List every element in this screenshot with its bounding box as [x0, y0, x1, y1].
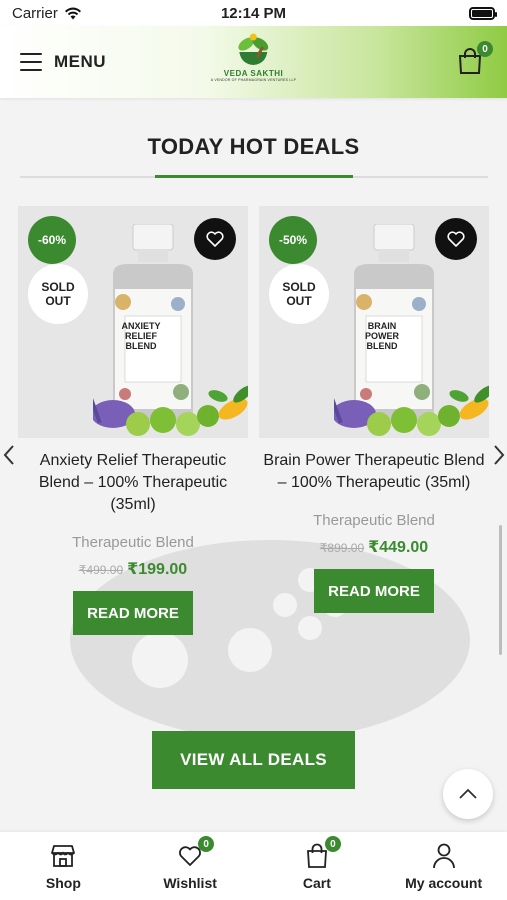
product-image[interactable]: ANXIETY RELIEF BLEND -60% SOLD OUT: [18, 206, 248, 438]
bottle-label: ANXIETY RELIEF BLEND: [121, 321, 161, 351]
discount-badge: -50%: [269, 216, 317, 264]
chevron-up-icon: [459, 788, 477, 799]
logo-text: VEDA SAKTHI: [223, 69, 284, 78]
user-icon: [430, 842, 458, 870]
nav-shop[interactable]: Shop: [0, 832, 127, 900]
carrier-label: Carrier: [12, 4, 58, 22]
nav-shop-label: Shop: [45, 875, 81, 891]
nav-my-account[interactable]: My account: [380, 832, 507, 900]
status-left: Carrier: [12, 5, 82, 22]
header-cart-button[interactable]: 0: [457, 41, 493, 77]
sold-out-badge: SOLD OUT: [269, 264, 329, 324]
price-row: ₹499.00 ₹199.00: [18, 559, 248, 579]
hamburger-icon: [20, 53, 42, 71]
product-category[interactable]: Therapeutic Blend: [259, 512, 489, 529]
header-cart-count: 0: [477, 41, 493, 57]
heart-icon: [206, 231, 224, 247]
leaf-mortar-icon: [238, 33, 269, 65]
scroll-to-top-button[interactable]: [443, 769, 493, 819]
wishlist-button[interactable]: [194, 218, 236, 260]
product-category[interactable]: Therapeutic Blend: [18, 534, 248, 551]
heart-icon: [447, 231, 465, 247]
status-bar: Carrier 12:14 PM: [0, 0, 507, 26]
menu-label: MENU: [54, 52, 107, 71]
logo-subtext: A VENDOR OF PHARMAGRAIN VENTURES LLP: [210, 78, 297, 82]
wishlist-button[interactable]: [435, 218, 477, 260]
section-title: TODAY HOT DEALS: [147, 134, 360, 159]
nav-cart-label: Cart: [302, 875, 331, 891]
sold-out-badge: SOLD OUT: [28, 264, 88, 324]
bottom-nav: Shop 0 Wishlist 0 Cart My account: [0, 832, 507, 900]
discount-badge: -60%: [28, 216, 76, 264]
view-all-deals-button[interactable]: VIEW ALL DEALS: [152, 731, 355, 789]
brand-logo[interactable]: VEDA SAKTHI A VENDOR OF PHARMAGRAIN VENT…: [211, 32, 296, 82]
product-image[interactable]: BRAIN POWER BLEND -50% SOLD OUT: [259, 206, 489, 438]
nav-my-account-label: My account: [405, 875, 483, 891]
read-more-button[interactable]: READ MORE: [73, 591, 193, 635]
wishlist-count-badge: 0: [198, 836, 215, 852]
scroll-indicator[interactable]: [499, 525, 502, 655]
app-header: MENU VEDA SAKTHI A VENDOR OF PHARMAGRAIN…: [0, 26, 507, 98]
wifi-icon: [64, 7, 81, 19]
carousel-prev-icon[interactable]: [2, 444, 16, 466]
nav-wishlist[interactable]: 0 Wishlist: [127, 832, 254, 900]
carousel-next-icon[interactable]: [492, 444, 506, 466]
bottle-label: BRAIN POWER BLEND: [364, 321, 399, 351]
old-price: ₹499.00: [78, 563, 124, 577]
product-card[interactable]: BRAIN POWER BLEND -50% SOLD OUT Brain Po…: [259, 206, 489, 613]
price-row: ₹899.00 ₹449.00: [259, 537, 489, 557]
nav-cart[interactable]: 0 Cart: [254, 832, 381, 900]
shop-icon: [49, 842, 77, 870]
nav-wishlist-label: Wishlist: [163, 875, 217, 891]
sale-price: ₹199.00: [127, 561, 188, 578]
old-price: ₹899.00: [319, 541, 365, 555]
product-name[interactable]: Brain Power Therapeutic Blend – 100% The…: [259, 450, 489, 494]
title-underline: [155, 175, 353, 178]
product-card[interactable]: ANXIETY RELIEF BLEND -60% SOLD OUT Anxie…: [18, 206, 248, 635]
cart-count-badge: 0: [324, 836, 341, 852]
battery-icon: [469, 6, 497, 20]
bag-icon: 0: [303, 836, 341, 870]
product-name[interactable]: Anxiety Relief Therapeutic Blend – 100% …: [18, 450, 248, 516]
sale-price: ₹449.00: [368, 539, 429, 556]
read-more-button[interactable]: READ MORE: [314, 569, 434, 613]
menu-button[interactable]: MENU: [20, 52, 106, 72]
heart-icon: 0: [176, 836, 215, 870]
